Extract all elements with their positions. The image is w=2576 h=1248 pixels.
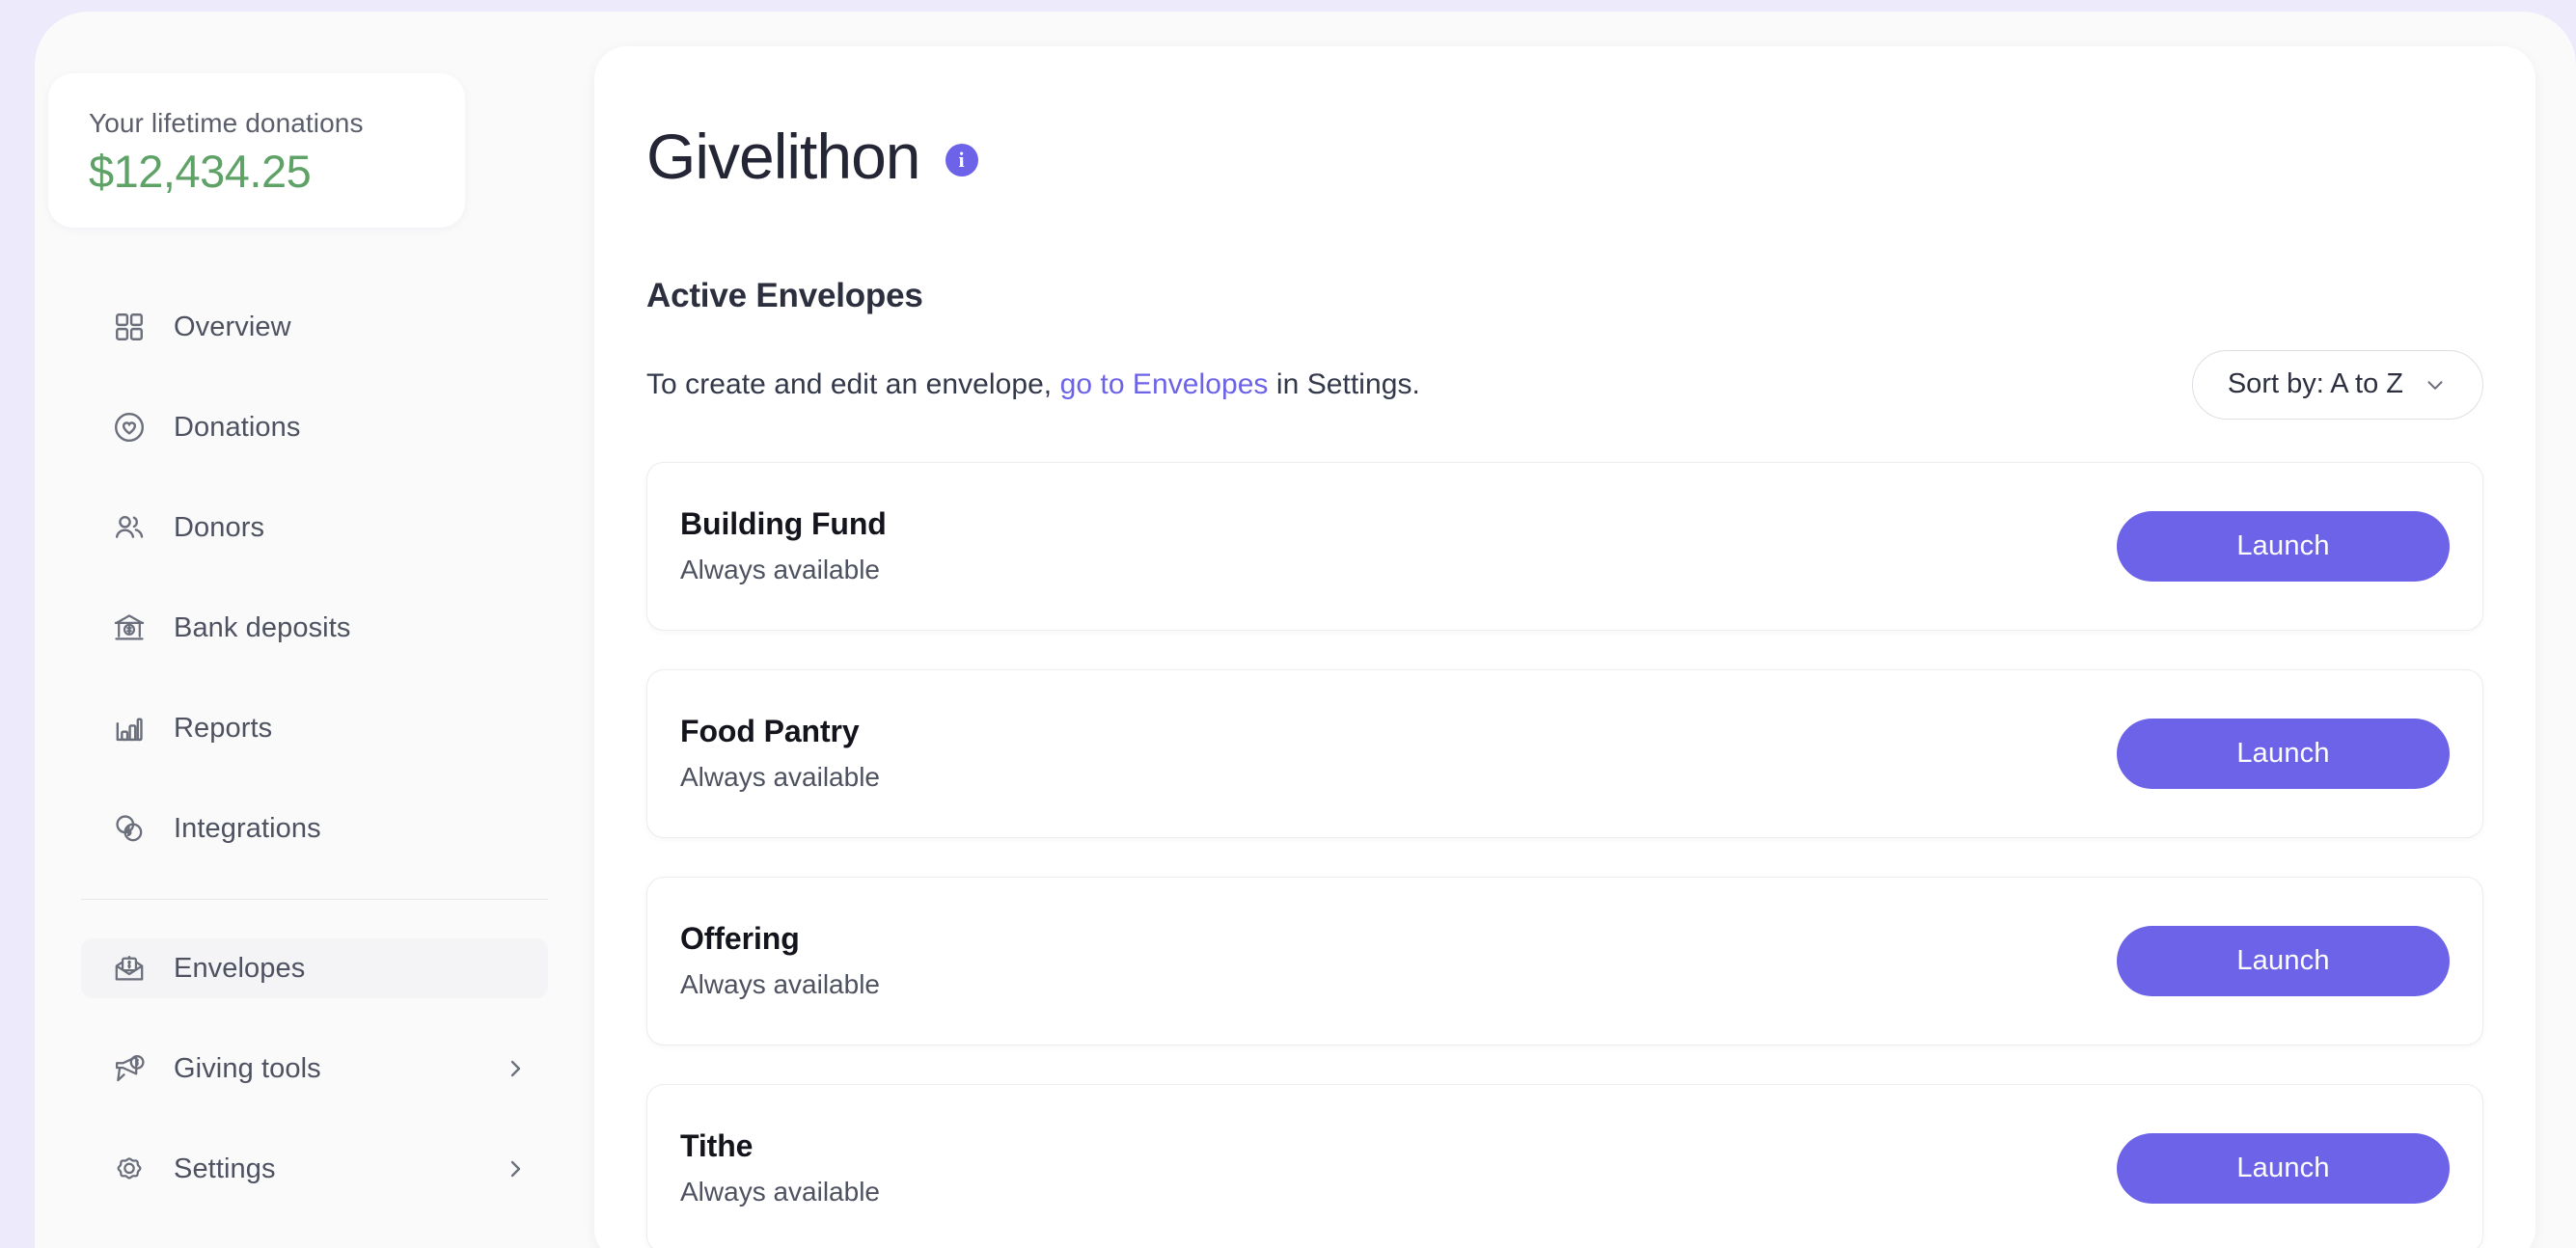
page-title: Givelithon — [646, 121, 920, 192]
sidebar-item-label: Overview — [174, 311, 291, 342]
lifetime-donations-label: Your lifetime donations — [89, 108, 364, 138]
envelope-name: Offering — [680, 921, 800, 957]
launch-button[interactable]: Launch — [2117, 1132, 2450, 1204]
sidebar-item-donations[interactable]: Donations — [81, 397, 548, 457]
envelope-info: Offering Always available — [680, 919, 880, 1002]
main-content: Givelithon i Active Envelopes To create … — [594, 12, 2576, 1248]
table-row[interactable]: Food Pantry Always available Launch — [646, 668, 2483, 838]
bar-chart-icon — [110, 709, 149, 747]
sidebar-item-label: Giving tools — [174, 1052, 321, 1084]
section-title: Active Envelopes — [646, 276, 923, 314]
envelope-name: Building Fund — [680, 506, 887, 542]
lifetime-donations-card: Your lifetime donations $12,434.25 — [48, 73, 465, 228]
info-icon[interactable]: i — [945, 144, 978, 177]
section-description: To create and edit an envelope, go to En… — [646, 368, 1420, 401]
bank-icon — [110, 609, 149, 647]
sidebar-item-label: Bank deposits — [174, 611, 351, 643]
sidebar-item-label: Donors — [174, 511, 265, 543]
launch-button[interactable]: Launch — [2117, 718, 2450, 789]
people-icon — [110, 508, 149, 547]
sort-by-label: Sort by: A to Z — [2227, 368, 2403, 400]
lifetime-donations-amount: $12,434.25 — [89, 146, 312, 197]
chevron-right-icon — [504, 1057, 527, 1080]
envelope-name: Food Pantry — [680, 714, 860, 749]
sidebar-item-settings[interactable]: Settings — [81, 1139, 548, 1199]
integrations-icon — [110, 809, 149, 848]
sidebar-item-overview[interactable]: Overview — [81, 297, 548, 357]
launch-button[interactable]: Launch — [2117, 510, 2450, 582]
envelope-availability: Always available — [680, 761, 880, 792]
table-row[interactable]: Offering Always available Launch — [646, 876, 2483, 1045]
main-panel: Givelithon i Active Envelopes To create … — [594, 46, 2535, 1248]
sidebar-item-label: Reports — [174, 712, 273, 744]
gear-icon — [110, 1150, 149, 1188]
envelope-name: Tithe — [680, 1128, 754, 1164]
envelope-availability: Always available — [680, 554, 880, 584]
sidebar-item-giving-tools[interactable]: Giving tools — [81, 1039, 548, 1099]
table-row[interactable]: Tithe Always available Launch — [646, 1083, 2483, 1248]
megaphone-money-icon — [110, 1049, 149, 1088]
chevron-down-icon — [2423, 372, 2448, 397]
envelope-money-icon — [110, 949, 149, 988]
app-frame: Your lifetime donations $12,434.25 Overv… — [35, 12, 2576, 1248]
sidebar-divider — [81, 899, 548, 900]
section-subheader: To create and edit an envelope, go to En… — [646, 349, 2483, 420]
sidebar-item-envelopes[interactable]: Envelopes — [81, 938, 548, 998]
description-prefix: To create and edit an envelope, — [646, 367, 1060, 400]
description-suffix: in Settings. — [1268, 367, 1420, 400]
sidebar-item-label: Settings — [174, 1153, 276, 1184]
sidebar-item-label: Envelopes — [174, 952, 306, 984]
go-to-envelopes-link[interactable]: go to Envelopes — [1060, 368, 1269, 400]
page-header: Givelithon i — [646, 46, 2483, 192]
sort-by-dropdown[interactable]: Sort by: A to Z — [2191, 349, 2483, 420]
grid-icon — [110, 308, 149, 346]
table-row[interactable]: Building Fund Always available Launch — [646, 461, 2483, 631]
sidebar-item-integrations[interactable]: Integrations — [81, 799, 548, 858]
envelopes-list: Building Fund Always available Launch Fo… — [646, 461, 2483, 1248]
envelope-availability: Always available — [680, 968, 880, 999]
sidebar-item-bank-deposits[interactable]: Bank deposits — [81, 598, 548, 658]
envelope-info: Building Fund Always available — [680, 504, 887, 587]
heart-circle-icon — [110, 408, 149, 447]
envelope-availability: Always available — [680, 1176, 880, 1207]
sidebar-item-label: Donations — [174, 411, 301, 443]
sidebar-nav: Overview Donations Donors Bank deposits … — [35, 297, 594, 1239]
sidebar: Your lifetime donations $12,434.25 Overv… — [35, 12, 594, 1248]
chevron-right-icon — [504, 1157, 527, 1180]
envelope-info: Food Pantry Always available — [680, 712, 880, 795]
envelope-info: Tithe Always available — [680, 1126, 880, 1209]
launch-button[interactable]: Launch — [2117, 925, 2450, 996]
sidebar-item-label: Integrations — [174, 812, 321, 844]
sidebar-item-reports[interactable]: Reports — [81, 698, 548, 758]
sidebar-item-donors[interactable]: Donors — [81, 498, 548, 557]
